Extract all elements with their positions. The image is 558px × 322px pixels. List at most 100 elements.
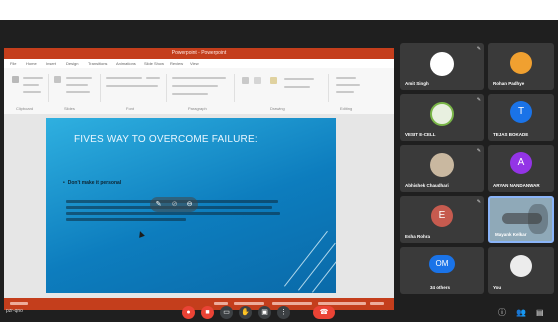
meeting-stage: Powerpoint - Powerpoint File Home Insert… bbox=[0, 20, 558, 322]
participant-tile[interactable]: T TEJAS BOKADE bbox=[488, 94, 554, 141]
ribbon-line bbox=[66, 77, 92, 79]
info-icon[interactable]: ⓘ bbox=[498, 307, 506, 318]
ribbon-line bbox=[146, 77, 160, 79]
ribbon-line bbox=[172, 85, 218, 87]
ribbon-group-editing: Editing bbox=[330, 74, 386, 111]
ribbon-group-slides: Slides bbox=[50, 74, 101, 111]
slide-canvas: FIVES WAY TO OVERCOME FAILURE: Don't mak… bbox=[46, 118, 336, 293]
camera-off-icon[interactable]: ■ bbox=[201, 306, 214, 319]
ribbon-line bbox=[106, 85, 158, 87]
remove-icon[interactable]: ⊖ bbox=[185, 200, 194, 209]
ribbon-tab-insert: Insert bbox=[46, 61, 57, 66]
powerpoint-ribbon: Clipboard Slides Font Paragraph Drawing … bbox=[4, 68, 394, 115]
participant-name: 34 others bbox=[430, 285, 451, 290]
mic-off-icon[interactable]: ● bbox=[182, 306, 195, 319]
ribbon-group-paragraph: Paragraph bbox=[168, 74, 235, 111]
ribbon-line bbox=[336, 84, 360, 86]
avatar bbox=[510, 255, 532, 277]
ribbon-group-label: Font bbox=[126, 106, 135, 111]
powerpoint-status-bar bbox=[4, 298, 394, 310]
avatar: E bbox=[431, 205, 453, 227]
participant-tile-active-speaker[interactable]: Mayank Kelkar bbox=[488, 196, 554, 243]
participant-name: You bbox=[493, 285, 502, 290]
ribbon-line bbox=[172, 77, 226, 79]
slide-workspace: FIVES WAY TO OVERCOME FAILURE: Don't mak… bbox=[4, 114, 394, 298]
slide-text-line bbox=[66, 218, 186, 221]
participant-name: TEJAS BOKADE bbox=[493, 132, 529, 137]
participant-name: Abhishek Chaudhari bbox=[405, 183, 449, 188]
ribbon-group-font: Font bbox=[102, 74, 167, 111]
participant-name: VESIT E-CELL bbox=[405, 132, 436, 137]
chat-icon[interactable]: ▤ bbox=[536, 307, 544, 318]
avatar bbox=[430, 153, 454, 177]
mic-muted-icon: ✎ bbox=[476, 199, 481, 205]
participant-tile[interactable]: Rohan Padhye bbox=[488, 43, 554, 90]
ribbon-group-label: Paragraph bbox=[188, 106, 207, 111]
pin-icon[interactable]: ✎ bbox=[154, 200, 163, 209]
ribbon-line bbox=[23, 84, 39, 86]
ribbon-group-label: Drawing bbox=[270, 106, 285, 111]
ribbon-line bbox=[66, 84, 88, 86]
present-icon[interactable]: ▣ bbox=[258, 306, 271, 319]
ribbon-tab-transitions: Transitions bbox=[88, 61, 108, 66]
more-options-icon[interactable]: ⋮ bbox=[277, 306, 290, 319]
ribbon-tab-file: File bbox=[10, 61, 17, 66]
paste-icon bbox=[12, 76, 19, 83]
ribbon-line bbox=[66, 91, 90, 93]
participant-tile-self[interactable]: You bbox=[488, 247, 554, 294]
ribbon-line bbox=[106, 77, 142, 79]
participant-tile[interactable]: ✎ Abhishek Chaudhari bbox=[400, 145, 484, 192]
participant-tile[interactable]: ✎ Amit Singh bbox=[400, 43, 484, 90]
ribbon-line bbox=[23, 91, 41, 93]
ribbon-group-label: Editing bbox=[340, 106, 353, 111]
ribbon-group-label: Slides bbox=[64, 106, 75, 111]
avatar bbox=[430, 102, 454, 126]
ribbon-line bbox=[172, 93, 208, 95]
ribbon-line bbox=[336, 77, 356, 79]
ribbon-tab-home: Home bbox=[26, 61, 37, 66]
people-icon[interactable]: 👥 bbox=[516, 307, 526, 318]
mute-icon[interactable]: ⊘ bbox=[170, 200, 179, 209]
zoom-slider bbox=[318, 302, 366, 305]
ribbon-line bbox=[284, 78, 314, 80]
shapes-icon bbox=[242, 77, 249, 84]
status-text bbox=[214, 302, 228, 305]
avatar: T bbox=[510, 101, 532, 123]
raise-hand-icon[interactable]: ✋ bbox=[239, 306, 252, 319]
ribbon-group-drawing: Drawing bbox=[236, 74, 329, 111]
mouse-cursor-icon bbox=[137, 230, 145, 238]
presenter-overlay-toolbar: ✎ ⊘ ⊖ bbox=[150, 197, 198, 212]
participant-tile[interactable]: ✎ VESIT E-CELL bbox=[400, 94, 484, 141]
avatar bbox=[510, 52, 532, 74]
ribbon-line bbox=[23, 77, 43, 79]
participant-name: ARYAN NANDANWAR bbox=[493, 183, 540, 188]
ribbon-line bbox=[284, 86, 310, 88]
arrange-icon bbox=[254, 77, 261, 84]
slide-text-line bbox=[66, 212, 280, 215]
ribbon-group-label: Clipboard bbox=[16, 106, 34, 111]
captions-icon[interactable]: ▭ bbox=[220, 306, 233, 319]
avatar: A bbox=[510, 152, 532, 174]
leave-call-icon[interactable]: ☎ bbox=[313, 306, 335, 319]
participant-name: Rohan Padhye bbox=[493, 81, 525, 86]
avatar bbox=[430, 52, 454, 76]
quick-styles-icon bbox=[270, 77, 277, 84]
mic-muted-icon: ✎ bbox=[476, 97, 481, 103]
new-slide-icon bbox=[54, 76, 61, 83]
participant-tile[interactable]: E ✎ Esha Rohra bbox=[400, 196, 484, 243]
zoom-level bbox=[370, 302, 384, 305]
ribbon-tab-review: Review bbox=[170, 61, 184, 66]
status-text bbox=[234, 302, 264, 305]
participant-tile-others[interactable]: OM 34 others bbox=[400, 247, 484, 294]
slide-bullet: Don't make it personal bbox=[63, 180, 121, 186]
participant-tile[interactable]: A ARYAN NANDANWAR bbox=[488, 145, 554, 192]
mic-muted-icon: ✎ bbox=[476, 148, 481, 154]
powerpoint-title-bar: Powerpoint - Powerpoint bbox=[4, 48, 394, 59]
mic-muted-icon: ✎ bbox=[476, 46, 481, 52]
tile-hover-controls bbox=[502, 213, 542, 224]
ribbon-tab-view: View bbox=[190, 61, 199, 66]
status-text bbox=[10, 302, 28, 305]
view-buttons bbox=[272, 302, 312, 305]
meeting-code: pzr-qno bbox=[6, 308, 23, 314]
participant-name: Esha Rohra bbox=[405, 234, 431, 239]
